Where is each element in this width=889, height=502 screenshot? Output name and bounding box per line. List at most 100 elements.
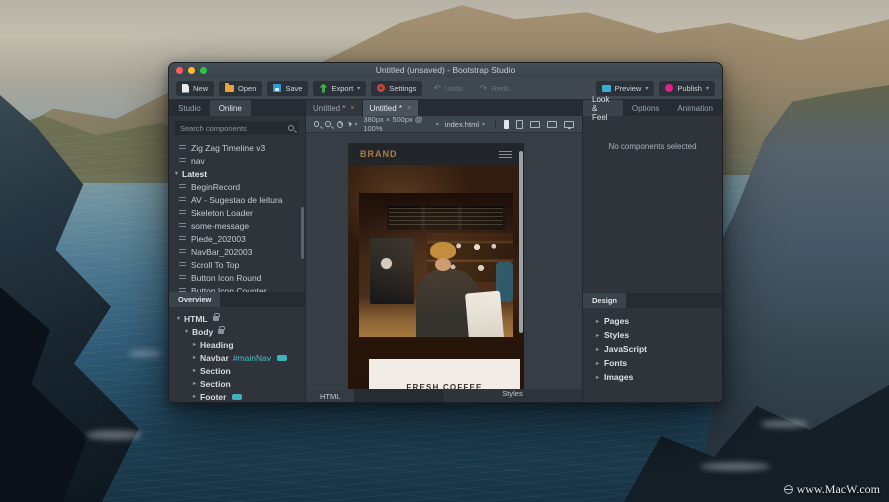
design-tree-item[interactable]: ▸ JavaScript xyxy=(583,342,722,356)
cafe-photo[interactable] xyxy=(359,193,513,337)
close-icon[interactable]: × xyxy=(350,105,354,112)
export-label: Export xyxy=(331,83,354,93)
zoom-in-icon[interactable] xyxy=(314,121,320,127)
component-icon xyxy=(179,144,186,151)
component-list-item[interactable]: Zig Zag Timeline v3 xyxy=(169,141,305,154)
component-list-item[interactable]: Button Icon Round xyxy=(169,271,305,284)
component-list-item[interactable]: Skeleton Loader xyxy=(169,206,305,219)
group-latest[interactable]: ▾ Latest xyxy=(169,167,305,180)
redo-button[interactable]: ↷ Redo xyxy=(474,81,515,96)
device-tablet-icon[interactable] xyxy=(516,119,523,129)
page-selector-label: index.html xyxy=(444,119,479,129)
design-tree-item[interactable]: ▸ Styles xyxy=(583,328,722,342)
titlebar[interactable]: Untitled (unsaved) - Bootstrap Studio xyxy=(169,63,722,77)
new-button[interactable]: New xyxy=(176,80,215,96)
hero-section[interactable]: FRESH COFFEE WORTH DRINKING xyxy=(348,165,524,389)
component-icon xyxy=(179,222,186,229)
tab-studio[interactable]: Studio xyxy=(169,100,210,116)
tab-design[interactable]: Design xyxy=(583,293,627,308)
tree-label: Navbar xyxy=(200,352,229,363)
component-list-item[interactable]: Button Icon Counter xyxy=(169,284,305,292)
publish-globe-icon xyxy=(665,84,674,92)
device-tv-icon[interactable] xyxy=(564,120,574,129)
caret-right-icon: ▸ xyxy=(193,355,197,361)
design-tree-item[interactable]: ▸ Fonts xyxy=(583,356,722,370)
brand-logo[interactable]: BRAND xyxy=(360,149,398,159)
component-list-item[interactable]: Piede_202003 xyxy=(169,232,305,245)
undo-button[interactable]: ↶ Undo xyxy=(427,81,468,96)
cursor-tool[interactable]: ▾ xyxy=(348,120,357,128)
device-laptop-icon[interactable] xyxy=(530,120,540,128)
tree-item-footer[interactable]: ▸ Footer xyxy=(169,390,305,402)
page-preview[interactable]: BRAND FRESH COFFEE xyxy=(348,143,524,389)
component-list-item[interactable]: Scroll To Top xyxy=(169,258,305,271)
preview-button[interactable]: Preview ▾ xyxy=(595,80,655,96)
preview-label: Preview xyxy=(614,83,642,93)
tree-label: Footer xyxy=(200,391,227,402)
hamburger-menu-icon[interactable] xyxy=(499,150,512,158)
design-item-label: Fonts xyxy=(604,358,628,368)
device-phone-icon[interactable] xyxy=(504,119,509,129)
tab-look-and-feel[interactable]: Look & Feel xyxy=(583,95,623,122)
code-tabs-bar: HTML Styles xyxy=(306,389,582,402)
inspector-spacer xyxy=(583,151,722,293)
zoom-out-icon[interactable] xyxy=(325,121,331,127)
component-list-item[interactable]: BeginRecord xyxy=(169,180,305,193)
component-list-item[interactable]: nav xyxy=(169,154,305,167)
editor-center: Untitled * × Untitled * × ▾ 380px × 500p… xyxy=(306,100,582,402)
tree-item-section[interactable]: ▸ Section xyxy=(169,364,305,377)
tab-overview[interactable]: Overview xyxy=(169,292,221,307)
doc-tab-label: Untitled * xyxy=(313,103,346,113)
component-search[interactable] xyxy=(175,121,299,135)
caret-down-icon: ▾ xyxy=(435,121,439,128)
publish-button[interactable]: Publish ▾ xyxy=(659,80,715,96)
preview-navbar[interactable]: BRAND xyxy=(348,143,524,165)
export-button[interactable]: Export ▾ xyxy=(313,80,367,96)
design-tree-item[interactable]: ▸ Images xyxy=(583,370,722,384)
tree-item-body[interactable]: ▾ Body xyxy=(169,325,305,338)
page-selector-dropdown[interactable]: index.html ▾ xyxy=(445,120,485,129)
tree-item-html[interactable]: ▾ HTML xyxy=(169,312,305,325)
tree-item-navbar[interactable]: ▸ Navbar #mainNav xyxy=(169,351,305,364)
tab-online[interactable]: Online xyxy=(209,100,251,116)
settings-button[interactable]: Settings xyxy=(371,80,423,96)
design-item-label: Images xyxy=(604,372,634,382)
warm-glow xyxy=(359,193,513,337)
gear-icon xyxy=(377,84,386,92)
tree-item-section[interactable]: ▸ Section xyxy=(169,377,305,390)
component-list-item[interactable]: NavBar_202003 xyxy=(169,245,305,258)
preview-scrollbar[interactable] xyxy=(519,151,523,333)
design-canvas[interactable]: BRAND FRESH COFFEE xyxy=(306,133,582,389)
tree-item-heading[interactable]: ▸ Heading xyxy=(169,338,305,351)
design-tree-item[interactable]: ▸ Pages xyxy=(583,314,722,328)
close-icon[interactable]: × xyxy=(407,105,411,112)
lock-icon xyxy=(218,326,226,334)
settings-label: Settings xyxy=(389,83,417,93)
disable-outline-icon[interactable] xyxy=(336,120,344,128)
component-icon xyxy=(179,274,186,281)
component-list-item[interactable]: AV - Sugestao de leitura xyxy=(169,193,305,206)
tab-animation[interactable]: Animation xyxy=(668,100,722,116)
search-input[interactable] xyxy=(180,123,288,133)
new-file-icon xyxy=(182,83,189,93)
viewport-size-dropdown[interactable]: 380px × 500px @ 100% ▾ xyxy=(363,115,438,133)
component-label: some-message xyxy=(191,220,250,231)
design-tree: ▸ Pages ▸ Styles ▸ JavaScript ▸ Fonts ▸ … xyxy=(583,308,722,402)
tab-options[interactable]: Options xyxy=(623,100,669,116)
component-list-item[interactable]: some-message xyxy=(169,219,305,232)
tab-html-code[interactable]: HTML xyxy=(306,389,355,402)
doc-tab-untitled-1[interactable]: Untitled * × xyxy=(306,100,363,116)
tab-styles-code[interactable]: Styles xyxy=(442,389,582,402)
device-desktop-icon[interactable] xyxy=(547,120,557,128)
app-toolbar: New Open Save Export ▾ Settings ↶ Undo ↷… xyxy=(169,77,722,100)
caret-right-icon: ▸ xyxy=(193,342,197,348)
component-icon xyxy=(179,196,186,203)
open-button[interactable]: Open xyxy=(219,80,263,96)
save-button[interactable]: Save xyxy=(267,80,309,96)
list-scrollbar[interactable] xyxy=(301,207,304,259)
component-list[interactable]: Zig Zag Timeline v3 nav ▾ Latest BeginRe… xyxy=(169,139,305,292)
undo-label: Undo xyxy=(444,83,463,93)
inspector-tabs: Look & Feel Options Animation xyxy=(583,95,722,122)
headline-card[interactable]: FRESH COFFEE WORTH DRINKING xyxy=(369,359,520,389)
doc-tab-untitled-2[interactable]: Untitled * × xyxy=(362,100,420,116)
